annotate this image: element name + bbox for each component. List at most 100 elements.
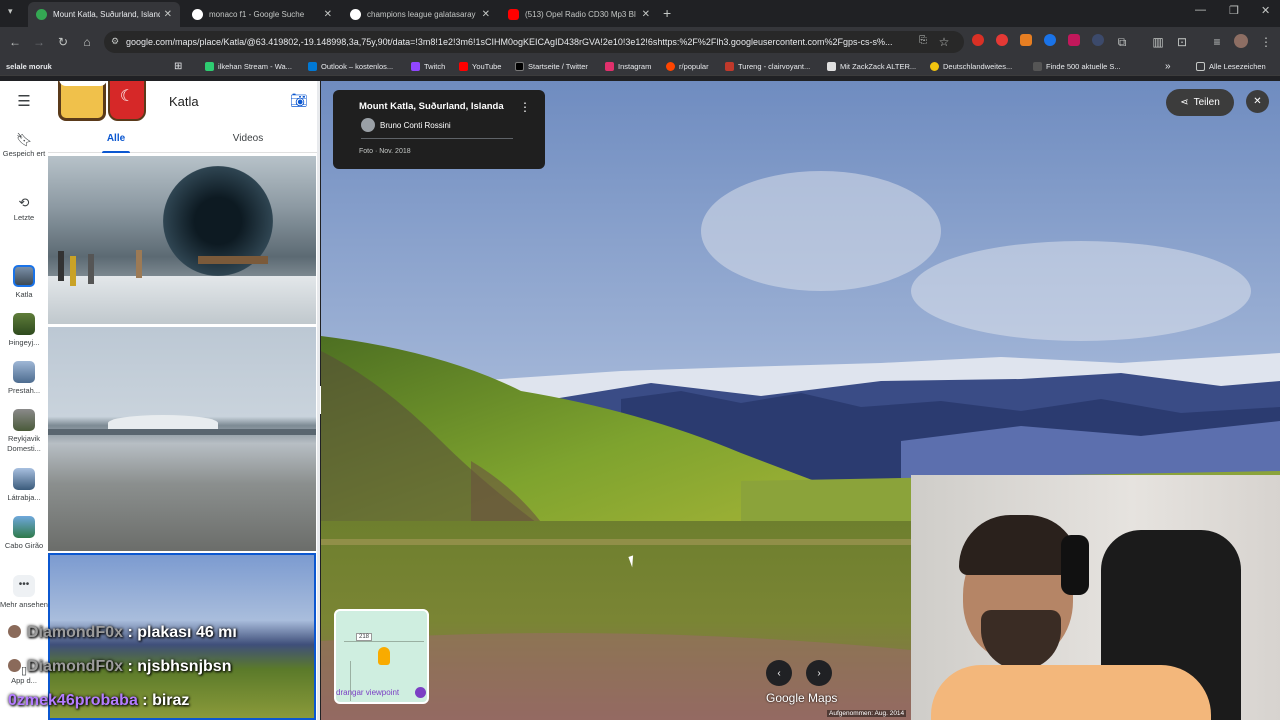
chat-message: DiamondF0x : njsbhsnjbsn (8, 658, 231, 676)
road-number-badge: 218 (356, 633, 373, 641)
minimap-label: drangar viewpoint (336, 688, 400, 697)
profile-avatar[interactable] (1234, 34, 1248, 48)
streamer-webcam (911, 475, 1280, 720)
back-arrow-icon[interactable]: ← (8, 35, 22, 49)
extension-red-icon[interactable] (972, 34, 984, 46)
extension-sound-icon[interactable] (1092, 34, 1104, 46)
recent-place-katla[interactable]: Katla (0, 265, 48, 300)
extension-blue-icon[interactable] (1044, 34, 1056, 46)
tab-search-icon[interactable]: ▾ (8, 6, 13, 17)
show-more-button[interactable]: ••• Mehr ansehen (0, 575, 48, 610)
photo-info-card: Mount Katla, Suðurland, Islanda ⋮ Bruno … (333, 90, 545, 169)
photo-title: Mount Katla, Suðurland, Islanda (359, 101, 504, 112)
more-icon: ••• (13, 575, 35, 597)
browser-tab-youtube[interactable]: (513) Opel Radio CD30 Mp3 Bl ✕ (500, 2, 658, 27)
install-app-icon[interactable]: ⎘ (916, 35, 930, 46)
place-thumbnail (13, 313, 35, 335)
bookmark-item[interactable]: Instagram (605, 59, 651, 74)
pegman-icon (378, 647, 390, 665)
bookmark-item[interactable]: Outlook – kostenlos... (308, 59, 393, 74)
close-viewer-button[interactable]: ✕ (1246, 90, 1269, 113)
author-name[interactable]: Bruno Conti Rossini (380, 121, 451, 130)
previous-photo-button[interactable]: ‹ (766, 660, 792, 686)
site-info-icon[interactable]: ⚙ (111, 36, 119, 47)
photo-thumbnail-snow-plain[interactable] (48, 327, 316, 551)
profile-switch-icon[interactable]: ⊡ (1175, 35, 1189, 49)
headset (1061, 535, 1089, 595)
recent-place-latrabjarg[interactable]: Látrabja... (0, 468, 48, 503)
recent-place-thingeyjar[interactable]: Þingeyj... (0, 313, 48, 348)
side-panel-icon[interactable]: ▥ (1151, 35, 1165, 49)
saved-button[interactable]: 🔖︎ Gespeich ert (0, 132, 48, 159)
author-avatar[interactable] (361, 118, 375, 132)
bookmark-item[interactable]: Mit ZackZack ALTER... (827, 59, 916, 74)
next-photo-button[interactable]: › (806, 660, 832, 686)
menu-button[interactable]: ☰ (0, 94, 48, 109)
extension-red2-icon[interactable] (996, 34, 1008, 46)
recent-button[interactable]: ⟲ Letzte (0, 195, 48, 223)
recent-place-reykjavik[interactable]: Reykjavik Domesti... (0, 409, 48, 454)
google-maps-logo: Google Maps (766, 691, 838, 705)
google-favicon-icon (350, 9, 361, 20)
close-tab-icon[interactable]: ✕ (478, 9, 490, 20)
bookmark-item[interactable]: Twitch (411, 59, 445, 74)
youtube-favicon-icon (508, 9, 519, 20)
add-photo-icon[interactable]: 📷︎ (290, 92, 308, 109)
history-icon: ⟲ (18, 195, 30, 210)
place-thumbnail (13, 516, 35, 538)
extensions-puzzle-icon[interactable]: ⧉ (1115, 35, 1129, 50)
bookmark-icon: 🔖︎ (15, 132, 33, 147)
bookmark-item[interactable]: Deutschlandweites... (930, 59, 1012, 74)
extension-orange-icon[interactable] (1020, 34, 1032, 46)
recent-place-prestah[interactable]: Prestah... (0, 361, 48, 396)
bookmark-star-icon[interactable]: ☆ (937, 35, 951, 49)
chat-badge-icon (8, 625, 21, 638)
share-icon: ⋖ (1180, 97, 1189, 108)
new-tab-button[interactable]: + (663, 5, 671, 21)
folder-icon (1196, 62, 1205, 71)
place-title: Katla (169, 94, 199, 109)
extension-pink-icon[interactable] (1068, 34, 1080, 46)
place-thumbnail (13, 361, 35, 383)
tab-alle[interactable]: Alle (48, 133, 184, 144)
maximize-icon[interactable]: ❐ (1229, 4, 1239, 17)
recent-place-cabo-girao[interactable]: Cabo Girão (0, 516, 48, 551)
apps-grid-icon[interactable]: ⊞ (174, 59, 182, 74)
tab-videos[interactable]: Videos (180, 133, 316, 144)
photo-thumbnail-ice-cave[interactable] (48, 156, 316, 324)
browser-tab-search-monaco[interactable]: monaco f1 - Google Suche ✕ (184, 2, 340, 27)
bookmark-item[interactable]: Finde 500 aktuelle S... (1033, 59, 1121, 74)
bookmark-item[interactable]: YouTube (459, 59, 501, 74)
photo-menu-icon[interactable]: ⋮ (519, 100, 531, 114)
viewpoint-pin-icon (415, 687, 426, 698)
browser-tab-search-galatasaray[interactable]: champions league galatasaray ✕ (342, 2, 498, 27)
active-tab-indicator (102, 151, 130, 153)
bookmark-item[interactable]: Startseite / Twitter (515, 59, 588, 74)
close-tab-icon[interactable]: ✕ (160, 9, 172, 20)
person-shirt (931, 665, 1211, 720)
minimize-icon[interactable]: — (1195, 4, 1206, 16)
mini-map[interactable]: 218 drangar viewpoint (334, 609, 429, 704)
bookmark-item[interactable]: Tureng - clairvoyant... (725, 59, 810, 74)
chat-text: : plakası 46 mı (123, 624, 237, 641)
address-bar[interactable]: ⚙ google.com/maps/place/Katla/@63.419802… (104, 31, 964, 53)
forward-arrow-icon[interactable]: → (32, 35, 46, 49)
close-tab-icon[interactable]: ✕ (320, 9, 332, 20)
window-close-icon[interactable]: ✕ (1261, 4, 1270, 17)
more-bookmarks-chevron-icon[interactable]: » (1165, 59, 1171, 74)
browser-tab-maps[interactable]: Mount Katla, Suðurland, Island ✕ (28, 2, 180, 27)
close-tab-icon[interactable]: ✕ (638, 9, 650, 20)
chat-username: DiamondF0x (27, 624, 124, 641)
media-control-icon[interactable]: ≡ (1210, 35, 1224, 49)
bookmark-item[interactable]: ilkehan Stream - Wa... (205, 59, 292, 74)
browser-menu-icon[interactable]: ⋮ (1259, 35, 1273, 49)
chat-text: : njsbhsnjbsn (123, 658, 232, 675)
bookmark-item[interactable]: selale moruk (6, 59, 52, 74)
browser-toolbar: ← → ↻ ⌂ ⚙ google.com/maps/place/Katla/@6… (0, 27, 1280, 57)
bookmark-item[interactable]: r/popular (666, 59, 709, 74)
all-bookmarks-folder[interactable]: Alle Lesezeichen (1196, 59, 1266, 74)
place-thumbnail (13, 468, 35, 490)
reload-icon[interactable]: ↻ (56, 35, 70, 49)
share-button[interactable]: ⋖ Teilen (1166, 89, 1234, 116)
home-icon[interactable]: ⌂ (80, 35, 94, 49)
